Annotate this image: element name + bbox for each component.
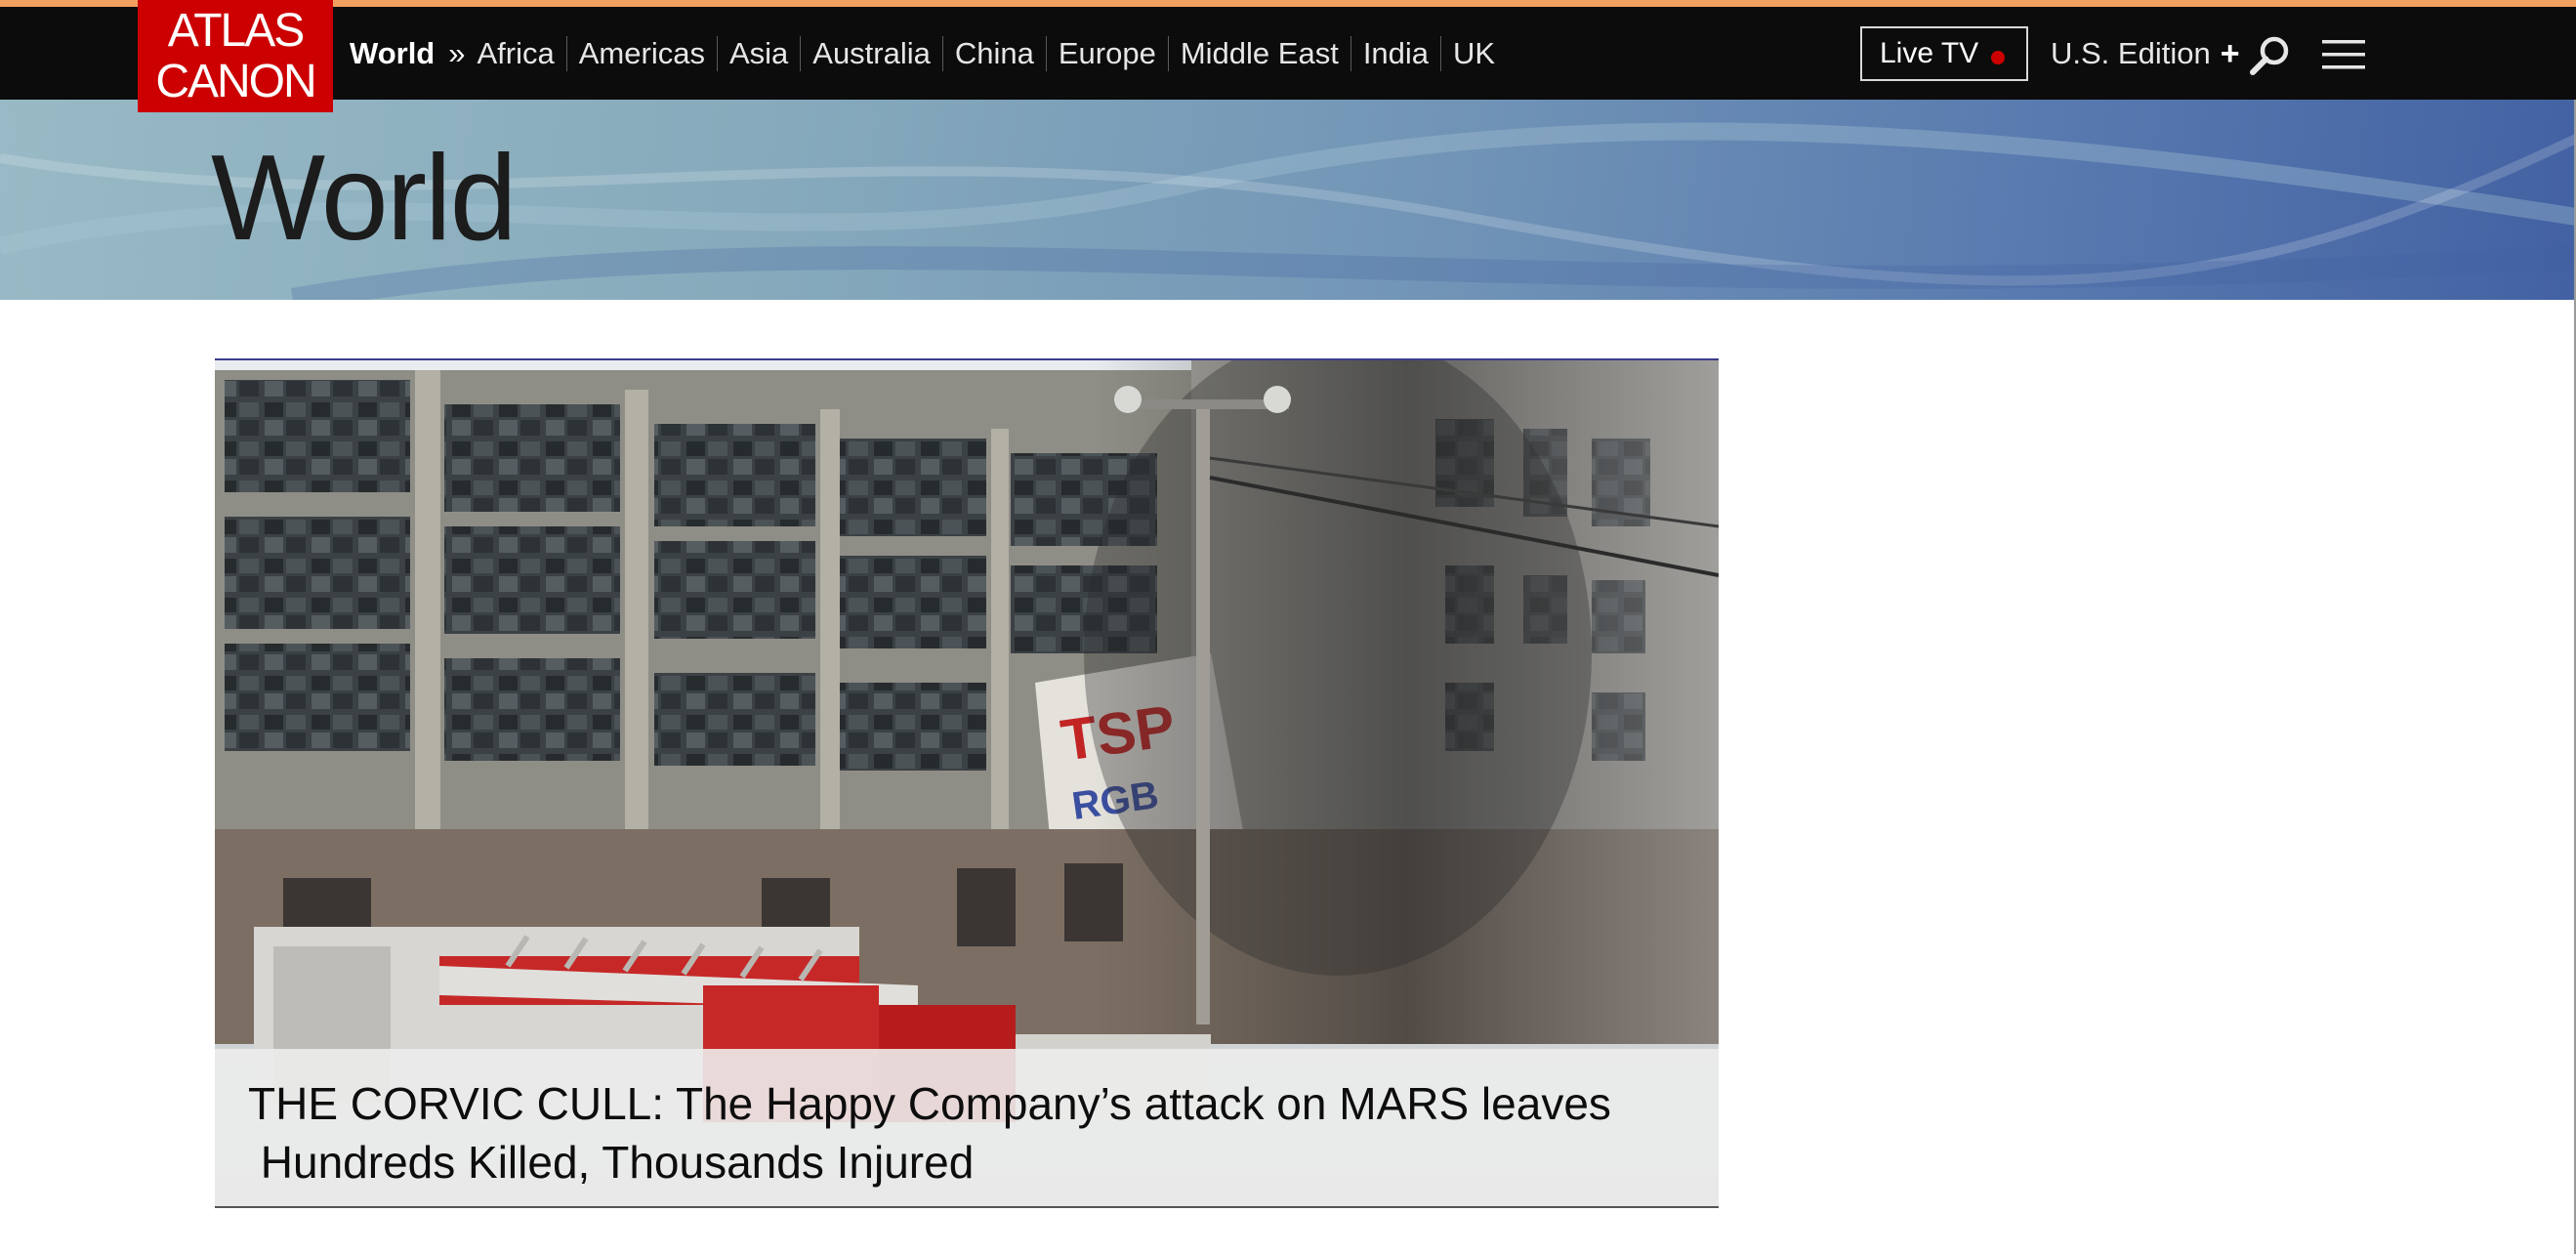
nav-item-europe[interactable]: Europe (1045, 35, 1168, 71)
headline-line-1: THE CORVIC CULL: The Happy Company’s att… (248, 1078, 1611, 1129)
nav-breadcrumb-separator: » (448, 35, 466, 70)
logo-line-2: CANON (155, 56, 316, 107)
nav-item-africa[interactable]: Africa (478, 36, 566, 71)
nav-item-asia[interactable]: Asia (716, 35, 800, 71)
live-tv-button[interactable]: Live TV (1860, 26, 2028, 81)
nav-current-section[interactable]: World (350, 36, 435, 71)
logo-line-1: ATLAS (167, 5, 306, 57)
nav-item-china[interactable]: China (941, 35, 1046, 71)
lead-story-headline[interactable]: THE CORVIC CULL: The Happy Company’s att… (215, 1049, 1719, 1206)
edition-label: U.S. Edition (2051, 36, 2211, 70)
live-tv-label: Live TV (1880, 37, 1979, 69)
nav-item-australia[interactable]: Australia (800, 35, 942, 71)
section-navigation: World » Africa Americas Asia Australia C… (350, 7, 1507, 100)
nav-item-middle-east[interactable]: Middle East (1167, 35, 1350, 71)
edition-plus-icon: + (2220, 34, 2240, 72)
hamburger-menu-icon[interactable] (2322, 38, 2365, 71)
edition-selector[interactable]: U.S. Edition + (2051, 26, 2240, 81)
headline-line-2: Hundreds Killed, Thousands Injured (248, 1137, 975, 1188)
nav-item-india[interactable]: India (1350, 35, 1440, 71)
lead-story-divider (215, 1206, 1719, 1208)
nav-item-uk[interactable]: UK (1440, 35, 1507, 71)
section-hero-banner: World (0, 100, 2576, 300)
live-indicator-icon (1991, 51, 2005, 64)
top-navigation-bar: World » Africa Americas Asia Australia C… (0, 0, 2576, 100)
search-icon[interactable] (2248, 34, 2291, 77)
page-title: World (211, 131, 518, 266)
atlas-canon-logo[interactable]: ATLAS CANON (138, 0, 333, 112)
nav-item-americas[interactable]: Americas (565, 35, 717, 71)
lead-story-card[interactable]: TSP RGB (215, 358, 1719, 1206)
